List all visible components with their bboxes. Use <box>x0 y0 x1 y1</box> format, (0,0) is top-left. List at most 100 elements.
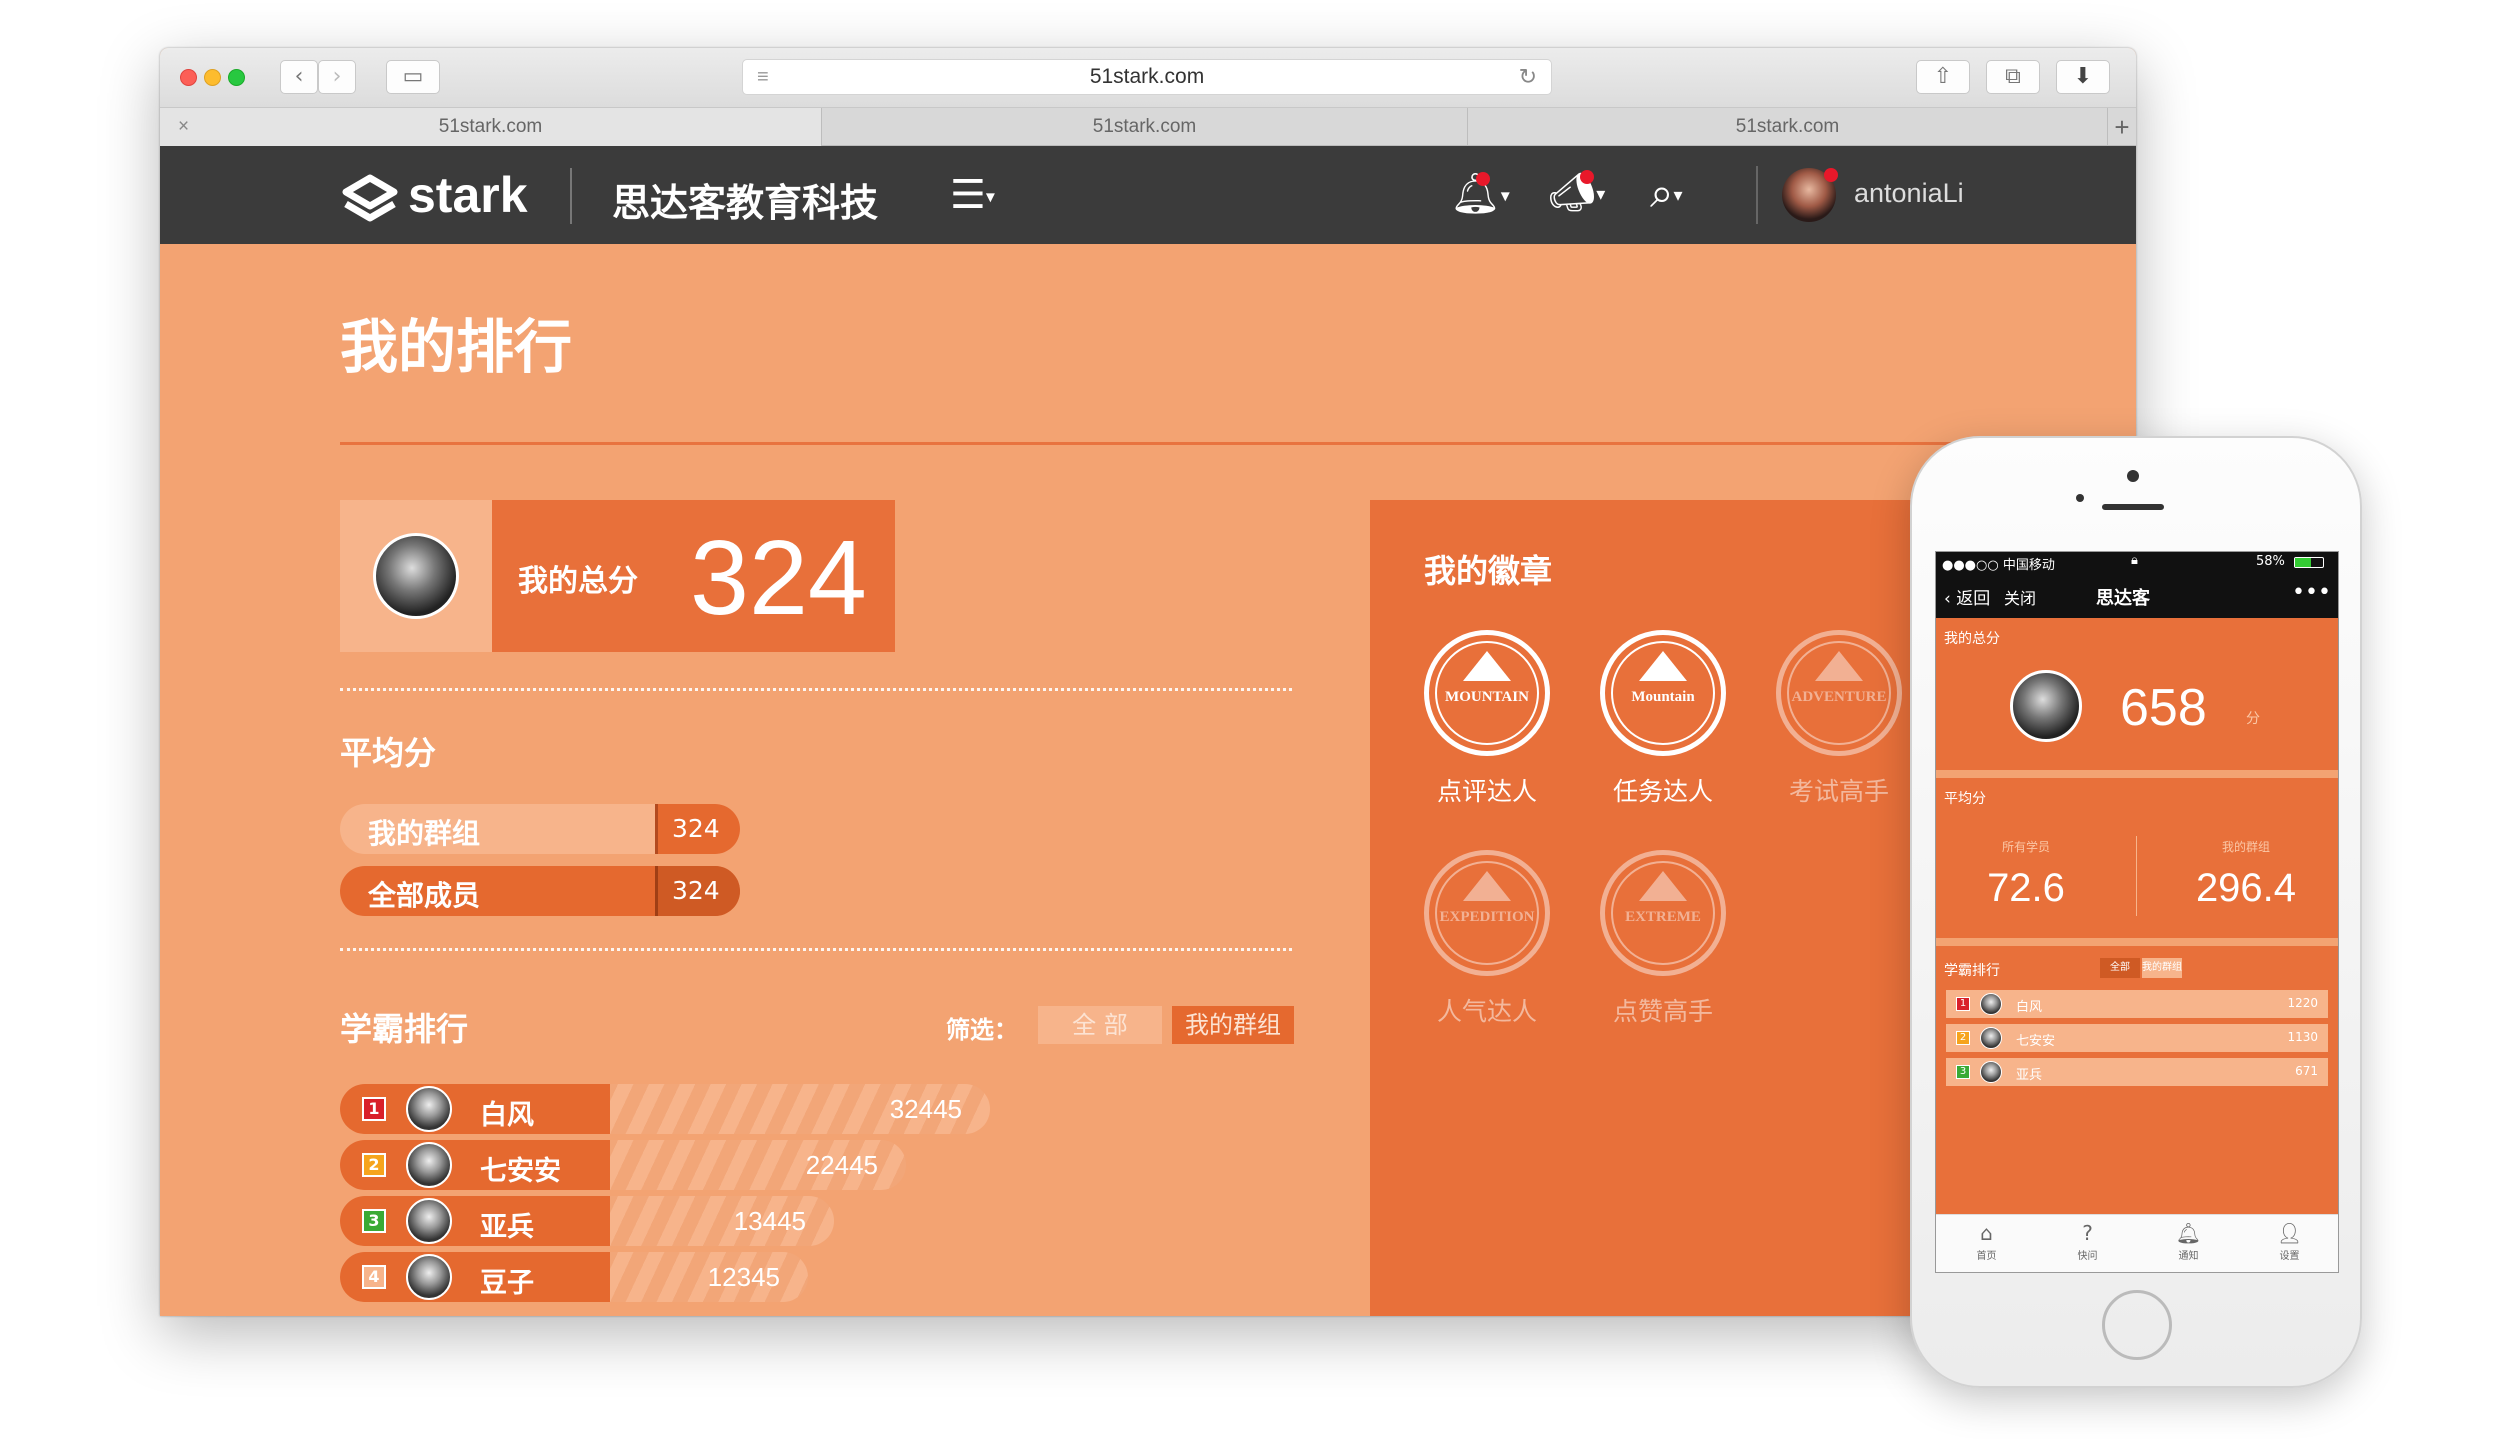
phone-rank-avatar <box>1980 993 2002 1015</box>
phone-avg-label: 我的群组 <box>2221 840 2270 854</box>
sensor <box>2076 494 2084 502</box>
mountain-icon <box>1463 871 1511 901</box>
rank-avatar <box>406 1142 452 1188</box>
ranking-row[interactable]: 1 白风 32445 <box>340 1084 990 1134</box>
ranking-row[interactable]: 4 豆子 12345 <box>340 1252 808 1302</box>
new-tab-button[interactable]: + <box>2108 108 2136 146</box>
phone-tab-2[interactable]: 🔔︎ 通知 <box>2138 1219 2239 1271</box>
filter-all-button[interactable]: 全 部 <box>1038 1006 1162 1044</box>
mountain-icon <box>1815 651 1863 681</box>
status-bar: ●●●○○ 中国移动 🔒︎ 58% <box>1936 552 2338 573</box>
phone-tab-0[interactable]: ⌂ 首页 <box>1936 1219 2037 1271</box>
more-icon[interactable]: ••• <box>2292 580 2331 605</box>
bell-icon: 🔔︎ <box>2175 1221 2202 1245</box>
phone-avg-value: 296.4 <box>2195 866 2297 910</box>
badge-emblem[interactable]: Mountain <box>1600 630 1726 756</box>
tab-1[interactable]: × 51stark.com <box>160 108 822 146</box>
back-label: 返回 <box>1956 589 1991 609</box>
phone-ranking-row[interactable]: 2 七安安 1130 <box>1946 1024 2328 1052</box>
phone-tab-3[interactable]: 👤︎ 设置 <box>2239 1219 2338 1271</box>
address-bar[interactable]: ≡ 51stark.com ↻ <box>742 59 1552 95</box>
username[interactable]: antoniaLi <box>1854 178 1964 209</box>
phone-tab-1[interactable]: ? 快问 <box>2037 1219 2138 1271</box>
reload-icon[interactable]: ↻ <box>1519 60 1537 94</box>
site-navbar: stark 思达客教育科技 ☰▾ 🔔︎▾ 📣︎▾ ⌕▾ antoniaLi <box>160 146 2136 244</box>
badge-emblem[interactable]: ADVENTURE <box>1776 630 1902 756</box>
rank-title: 学霸排行 <box>340 1010 469 1048</box>
phone-avg-label: 所有学员 <box>2001 840 2050 854</box>
mountain-icon <box>1639 651 1687 681</box>
tab-2[interactable]: 51stark.com <box>822 108 1468 146</box>
rank-number: 2 <box>362 1153 386 1177</box>
phone-rank-number: 1 <box>1956 997 1970 1011</box>
ranking-row[interactable]: 2 七安安 22445 <box>340 1140 906 1190</box>
rank-name: 白风 <box>480 1100 534 1131</box>
total-label: 我的总分 <box>518 564 638 599</box>
close-window-button[interactable] <box>180 69 197 86</box>
badge-emblem[interactable]: MOUNTAIN <box>1424 630 1550 756</box>
minimize-window-button[interactable] <box>204 69 221 86</box>
badge-emblem[interactable]: EXPEDITION <box>1424 850 1550 976</box>
total-score: 324 <box>690 519 867 637</box>
phone-rank-number: 2 <box>1956 1031 1970 1045</box>
phone-total-unit: 分 <box>2246 711 2260 727</box>
tab-close-icon[interactable]: × <box>178 108 189 146</box>
front-camera <box>2127 470 2139 482</box>
phone-ranking-row[interactable]: 3 亚兵 671 <box>1946 1058 2328 1086</box>
badge-emblem-text: MOUNTAIN <box>1445 689 1529 705</box>
badge-emblem-text: ADVENTURE <box>1791 689 1887 705</box>
phone-ranking-row[interactable]: 1 白风 1220 <box>1946 990 2328 1018</box>
battery-icon <box>2294 557 2324 568</box>
filter-my-group-button[interactable]: 我的群组 <box>1172 1006 1294 1044</box>
mountain-icon <box>1639 871 1687 901</box>
home-button[interactable] <box>2102 1290 2172 1360</box>
badge-emblem-text: EXPEDITION <box>1439 909 1535 925</box>
tabs-overview-icon[interactable]: ⧉ <box>1986 60 2040 94</box>
reader-icon[interactable]: ≡ <box>757 60 769 94</box>
close-button[interactable]: 关闭 <box>2004 585 2036 609</box>
tab-3[interactable]: 51stark.com <box>1468 108 2108 146</box>
avg-label: 全部成员 <box>368 879 481 912</box>
mountain-icon <box>1463 651 1511 681</box>
title-divider <box>340 442 2136 445</box>
back-button[interactable]: ‹ 返回 <box>1944 584 1990 609</box>
logo-text[interactable]: stark <box>408 166 528 224</box>
ranking-label-block: 4 豆子 <box>340 1252 610 1302</box>
announcement-icon[interactable]: 📣︎▾ <box>1548 170 1605 215</box>
download-icon[interactable]: ⬇ <box>2056 60 2110 94</box>
menu-icon[interactable]: ☰▾ <box>950 172 995 218</box>
rank-score: 12345 <box>707 1262 780 1292</box>
back-icon[interactable]: ‹ <box>280 60 318 94</box>
rank-number: 3 <box>362 1209 386 1233</box>
phone-rank-title: 学霸排行 <box>1944 963 2000 979</box>
phone-avg-divider <box>2136 836 2137 916</box>
phone-rank-score: 1130 <box>2287 1030 2318 1044</box>
phone-tab-label: 首页 <box>1976 1251 1997 1262</box>
badges-title: 我的徽章 <box>1424 552 1553 590</box>
sidebar-icon[interactable]: ▭ <box>386 60 440 94</box>
badge-emblem[interactable]: EXTREME <box>1600 850 1726 976</box>
phone-avg-title: 平均分 <box>1944 791 1986 807</box>
rank-score: 22445 <box>805 1150 878 1180</box>
rank-number: 4 <box>362 1265 386 1289</box>
phone-title: 思达客 <box>2096 588 2150 609</box>
phone-total-score: 658 <box>2120 679 2207 737</box>
ranking-row[interactable]: 3 亚兵 13445 <box>340 1196 834 1246</box>
phone-avg-card: 平均分 所有学员 72.6 我的群组 296.4 <box>1936 778 2338 938</box>
forward-icon[interactable]: › <box>318 60 356 94</box>
search-icon[interactable]: ⌕▾ <box>1650 168 1683 218</box>
share-icon[interactable]: ⇧ <box>1916 60 1970 94</box>
user-icon: 👤︎ <box>2276 1221 2303 1245</box>
phone-rank-name: 白风 <box>2016 1000 2043 1015</box>
phone-tab-label: 通知 <box>2178 1251 2199 1262</box>
speaker <box>2102 504 2164 510</box>
ranking-label-block: 1 白风 <box>340 1084 610 1134</box>
carrier-text: ●●●○○ 中国移动 <box>1942 558 2055 573</box>
phone-filter-group[interactable]: 我的群组 <box>2142 958 2182 978</box>
maximize-window-button[interactable] <box>228 69 245 86</box>
phone-filter-all[interactable]: 全部 <box>2100 958 2140 978</box>
phone-total-card: 我的总分 658 分 <box>1936 618 2338 770</box>
question-icon: ? <box>2082 1221 2093 1245</box>
phone-avg-value: 72.6 <box>1987 866 2065 910</box>
org-name: 思达客教育科技 <box>612 181 879 225</box>
